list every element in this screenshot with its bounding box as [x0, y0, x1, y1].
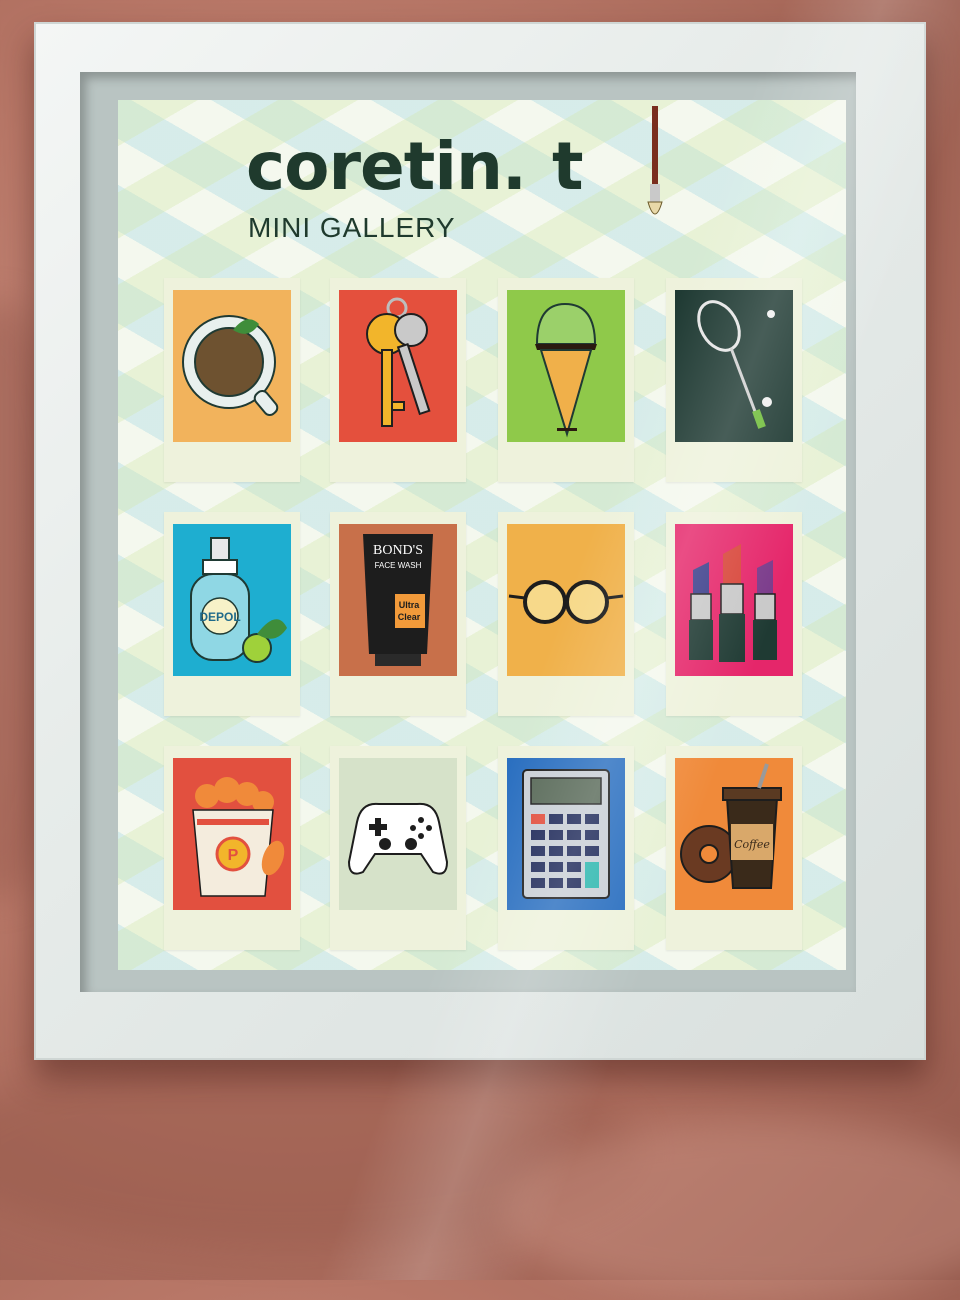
tea-cup-icon	[182, 315, 279, 417]
face-wash-brand: BOND'S	[373, 543, 423, 558]
spray-bottle-icon: DEPOL	[190, 537, 287, 663]
face-wash-icon: BOND'S FACE WASH Ultra Clear	[363, 534, 433, 666]
coffee-label: Coffee	[734, 838, 770, 851]
calculator-icon	[522, 769, 610, 899]
gallery-card-spray: DEPOL	[164, 512, 300, 716]
gallery-card-calculator	[498, 746, 634, 950]
gallery-card-coffee: Coffee	[666, 746, 802, 950]
gallery-card-ice-cream	[498, 278, 634, 482]
badminton-racket-icon	[697, 300, 775, 429]
glasses-icon	[508, 580, 624, 624]
ice-cream-icon	[535, 302, 597, 438]
gallery-card-badminton	[666, 278, 802, 482]
brand-logo: coretin. t	[246, 128, 584, 205]
face-wash-line1: Ultra	[399, 600, 420, 610]
gallery-card-keys	[330, 278, 466, 482]
game-controller-icon	[347, 802, 449, 875]
gallery-card-fried-chicken: P	[164, 746, 300, 950]
gallery-card-face-wash: BOND'S FACE WASH Ultra Clear	[330, 512, 466, 716]
brand-suffix: t	[552, 128, 584, 205]
face-wash-line2: Clear	[398, 612, 421, 622]
brand-name: coretin.	[246, 128, 527, 205]
gallery-card-glasses	[498, 512, 634, 716]
face-wash-type: FACE WASH	[375, 561, 422, 570]
fried-chicken-bucket-icon: P	[192, 777, 285, 897]
keys-icon	[366, 297, 431, 427]
poster: coretin. t MINI GALLERY DEPOL BOND'S FAC…	[118, 100, 846, 970]
paintbrush-icon	[647, 106, 663, 215]
svg-text:P: P	[228, 847, 239, 864]
gallery-card-controller	[330, 746, 466, 950]
gallery-card-tea	[164, 278, 300, 482]
poster-subtitle: MINI GALLERY	[248, 212, 456, 243]
lipsticks-icon	[689, 544, 777, 662]
gallery-card-lipsticks	[666, 512, 802, 716]
coffee-donut-icon: Coffee	[680, 763, 782, 889]
spray-brand-label: DEPOL	[199, 610, 240, 624]
